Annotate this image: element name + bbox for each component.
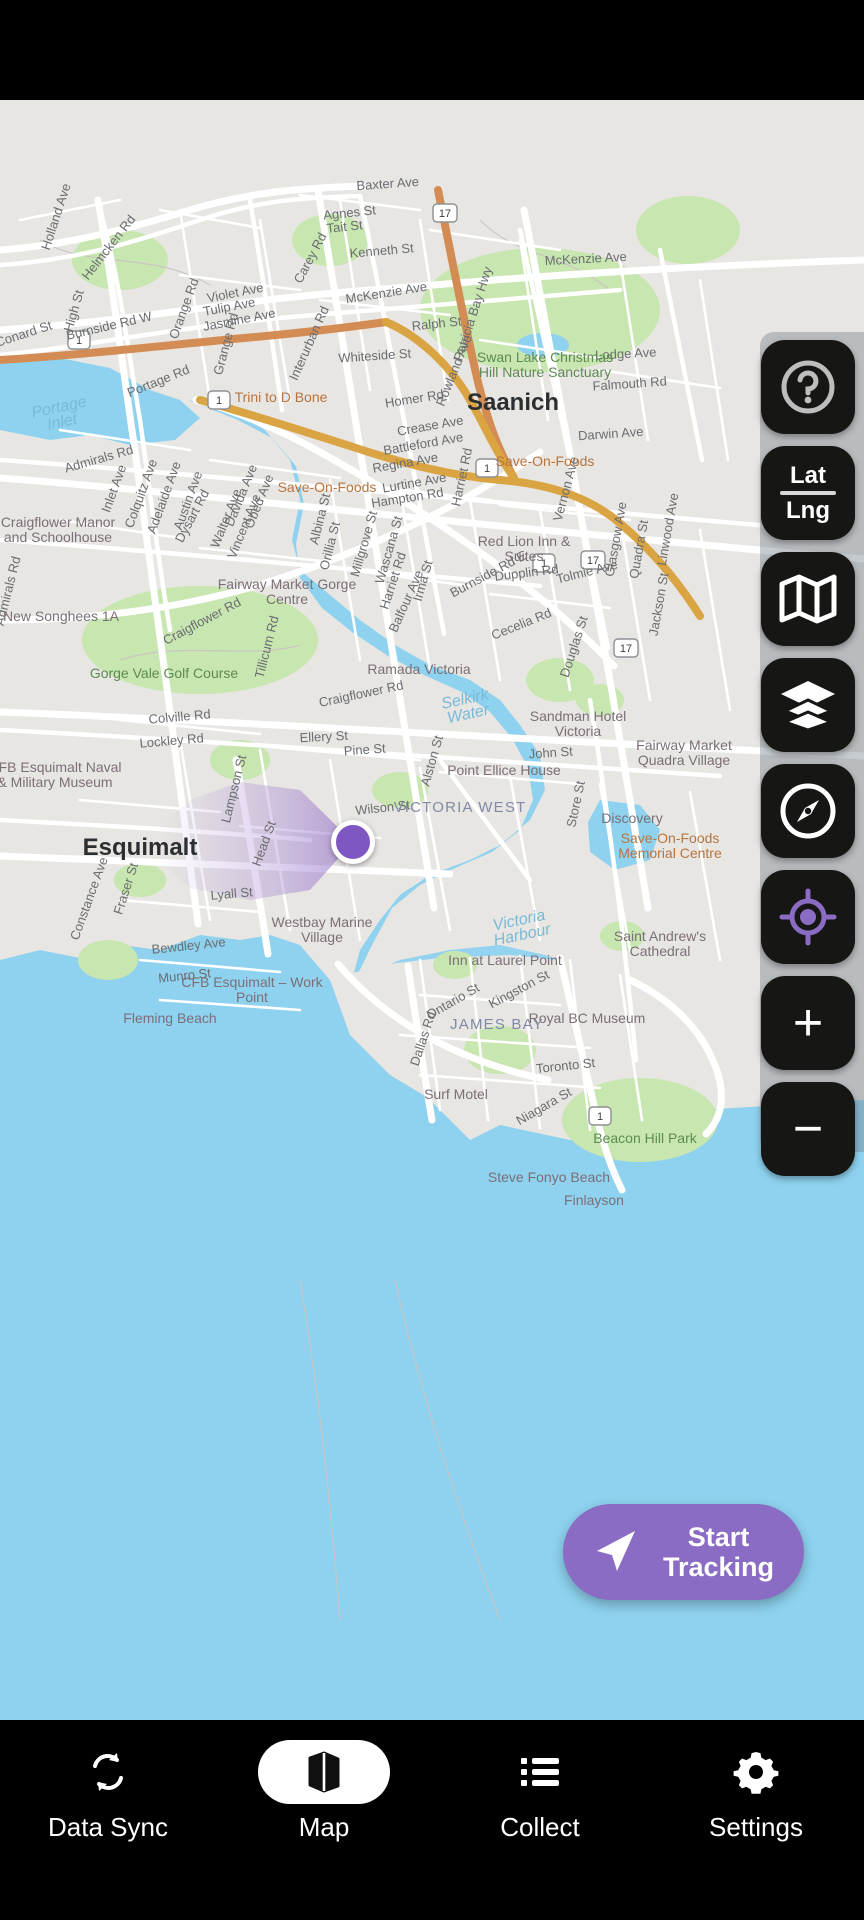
map-label: Gorge Vale Golf Course [90,665,239,681]
bottom-navigation: Data Sync Map Collect Settings [0,1720,864,1920]
nav-item-settings[interactable]: Settings [661,1740,851,1843]
map-label: VICTORIA WEST [394,799,527,816]
svg-text:1: 1 [216,395,222,407]
map-tiles: 17 1 1 1 1 17 17 1 Holland Ave Helmcken R… [0,100,864,1720]
crosshair-location-icon [779,888,837,946]
map-label: Save-On-Foods [278,479,377,495]
map-label: Esquimalt [83,834,198,861]
map-label: Fleming Beach [123,1010,216,1026]
svg-text:17: 17 [439,208,451,220]
gear-icon [733,1752,779,1794]
map-label: Swan Lake Christmas Hill Nature Sanctuary [477,349,613,380]
collect-icon-box [474,1740,606,1804]
lat-lng-divider [780,491,836,495]
nav-item-data-sync[interactable]: Data Sync [13,1740,203,1843]
layers-icon [780,681,836,732]
map-label: Trini to D Bone [235,389,328,405]
list-icon [521,1758,559,1786]
map-label: Pine St [343,741,386,759]
map-label: Inn at Laurel Point [448,952,562,968]
navigation-arrow-icon [596,1531,635,1571]
app-screen: 17 1 1 1 1 17 17 1 Holland Ave Helmcken R… [0,0,864,1920]
map-label: CFB Esquimalt Naval & Military Museum [0,759,122,790]
start-tracking-label: Start Tracking [663,1522,774,1582]
map-label: Royal BC Museum [529,1010,646,1026]
data-sync-icon-box [42,1740,174,1804]
compass-button[interactable] [761,764,855,858]
map-icon [779,574,837,624]
map-label: Craigflower Manor and Schoolhouse [1,514,116,545]
compass-icon [780,783,836,839]
map-label: Save-On-Foods Memorial Centre [618,830,722,861]
svg-text:1: 1 [484,463,490,475]
minus-icon: − [792,1100,824,1158]
lng-label: Lng [786,497,830,524]
map-icon-box [258,1740,390,1804]
map-label: Steve Fonyo Beach [488,1169,610,1185]
start-tracking-button[interactable]: Start Tracking [562,1504,804,1600]
map-controls-stack: Lat Lng + − [761,340,855,1176]
nav-label-map: Map [298,1812,350,1842]
svg-text:17: 17 [620,643,632,655]
nav-label-collect: Collect [500,1812,580,1842]
map-label: Ramada Victoria [367,661,470,677]
status-bar [0,0,864,100]
map-label: Ellery St [299,728,349,746]
zoom-out-button[interactable]: − [761,1082,855,1176]
lat-label: Lat [790,461,826,489]
map-icon [308,1751,340,1793]
map-label: Beacon Hill Park [593,1130,697,1146]
layers-button[interactable] [761,658,855,752]
basemap-button[interactable] [761,552,855,646]
lat-lng-icon: Lat Lng [780,463,836,523]
zoom-in-button[interactable]: + [761,976,855,1070]
sync-icon [93,1753,123,1791]
map-label: JAMES BAY [450,1016,544,1033]
lat-lng-button[interactable]: Lat Lng [761,446,855,540]
map-label: Finlayson [564,1192,624,1208]
settings-icon-box [690,1740,822,1804]
nav-item-collect[interactable]: Collect [445,1740,635,1843]
nav-label-data-sync: Data Sync [48,1812,168,1842]
svg-text:1: 1 [597,1111,603,1123]
map-canvas[interactable]: 17 1 1 1 1 17 17 1 Holland Ave Helmcken R… [0,100,864,1720]
map-label: Point Ellice House [447,762,561,778]
tracking-line-2: Tracking [662,1552,774,1582]
plus-icon: + [792,994,824,1052]
help-button[interactable] [761,340,855,434]
map-label: Save-On-Foods [496,453,595,469]
map-label: New Songhees 1A [3,608,120,624]
nav-item-map[interactable]: Map [229,1740,419,1843]
question-mark-icon [781,360,835,414]
tracking-line-1: Start [687,1521,750,1552]
map-label: John St [528,743,573,761]
my-location-button[interactable] [761,870,855,964]
current-location-marker [331,820,375,864]
map-label: Saanich [467,389,559,416]
map-label: Surf Motel [424,1086,488,1102]
map-label: Fairway Market Quadra Village [636,737,732,768]
nav-label-settings: Settings [709,1812,803,1842]
map-label: Discovery [601,810,662,826]
